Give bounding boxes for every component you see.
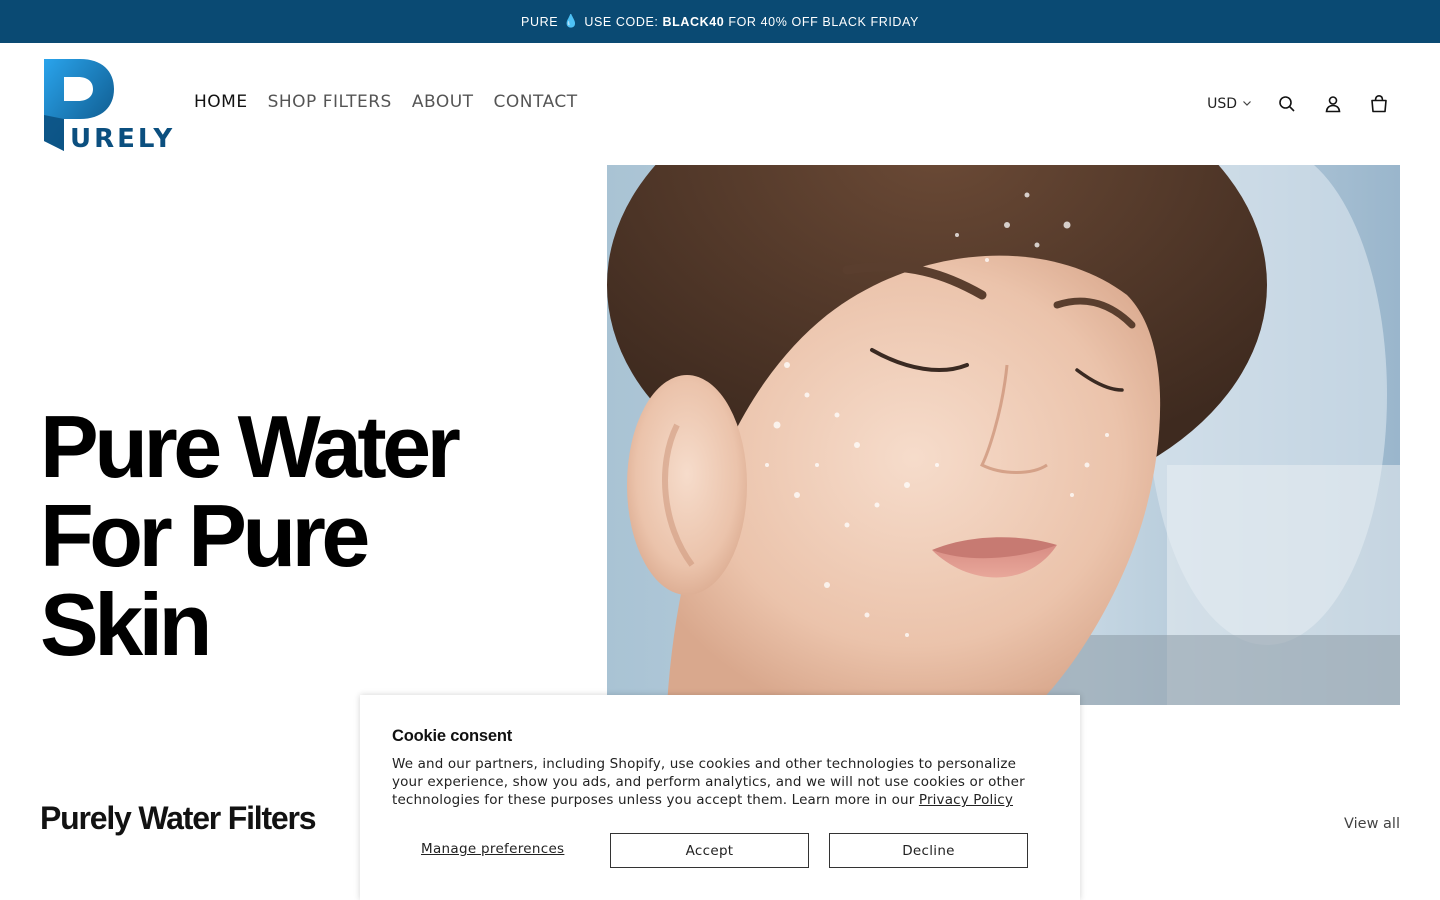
privacy-policy-link[interactable]: Privacy Policy [919, 792, 1013, 808]
cart-icon[interactable] [1368, 93, 1390, 115]
currency-label: USD [1207, 96, 1237, 112]
currency-selector[interactable]: USD [1207, 96, 1252, 112]
accept-button[interactable]: Accept [610, 833, 809, 868]
hero-title-line: Skin [40, 575, 212, 674]
header-tools: USD [1207, 93, 1390, 115]
nav-item-about[interactable]: ABOUT [412, 92, 474, 112]
decline-button[interactable]: Decline [829, 833, 1028, 868]
cookie-title: Cookie consent [392, 727, 513, 745]
view-all-link[interactable]: View all [1344, 816, 1400, 832]
hero-title-line: Pure Water [40, 397, 461, 496]
logo-mark: URELY [44, 59, 174, 154]
svg-text:URELY: URELY [70, 124, 174, 154]
announcement-prefix: PURE [521, 14, 559, 29]
account-icon[interactable] [1322, 93, 1344, 115]
face-photo [607, 165, 1400, 705]
cookie-body: We and our partners, including Shopify, … [392, 755, 1048, 809]
purely-logo[interactable]: URELY [42, 55, 174, 155]
nav-item-home[interactable]: HOME [194, 92, 248, 112]
announcement-bar: PURE 💧 USE CODE: BLACK40 FOR 40% OFF BLA… [0, 0, 1440, 43]
hero-title-line: For Pure [40, 486, 370, 585]
nav-item-contact[interactable]: CONTACT [494, 92, 578, 112]
nav-item-shop-filters[interactable]: SHOP FILTERS [268, 92, 392, 112]
announcement-text-after: FOR 40% OFF BLACK FRIDAY [728, 14, 919, 29]
announcement-text-before: USE CODE: [584, 14, 659, 29]
cookie-consent-banner: Cookie consent We and our partners, incl… [360, 695, 1080, 900]
collection-title: Purely Water Filters [40, 800, 317, 836]
water-drop-icon: 💧 [563, 14, 580, 28]
hero-title: Pure Water For Pure Skin [40, 402, 580, 669]
promo-code: BLACK40 [662, 14, 725, 29]
chevron-down-icon [1242, 96, 1252, 112]
search-icon[interactable] [1276, 93, 1298, 115]
cookie-actions: Manage preferences Accept Decline [392, 833, 1048, 868]
manage-preferences-button[interactable]: Manage preferences [421, 841, 564, 857]
main-nav: HOME SHOP FILTERS ABOUT CONTACT [194, 92, 578, 112]
site-header: URELY HOME SHOP FILTERS ABOUT CONTACT US… [0, 43, 1440, 165]
hero-image [607, 165, 1400, 705]
